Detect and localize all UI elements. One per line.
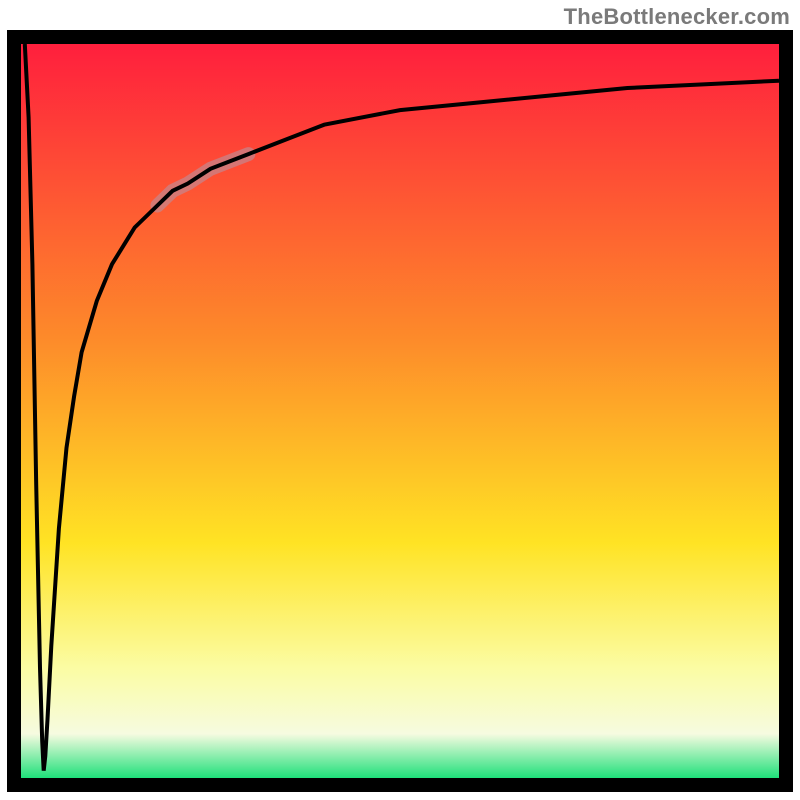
gradient-background [21, 44, 779, 778]
attribution-label: TheBottlenecker.com [564, 4, 790, 30]
bottleneck-chart [7, 30, 793, 792]
chart-frame [7, 30, 793, 792]
